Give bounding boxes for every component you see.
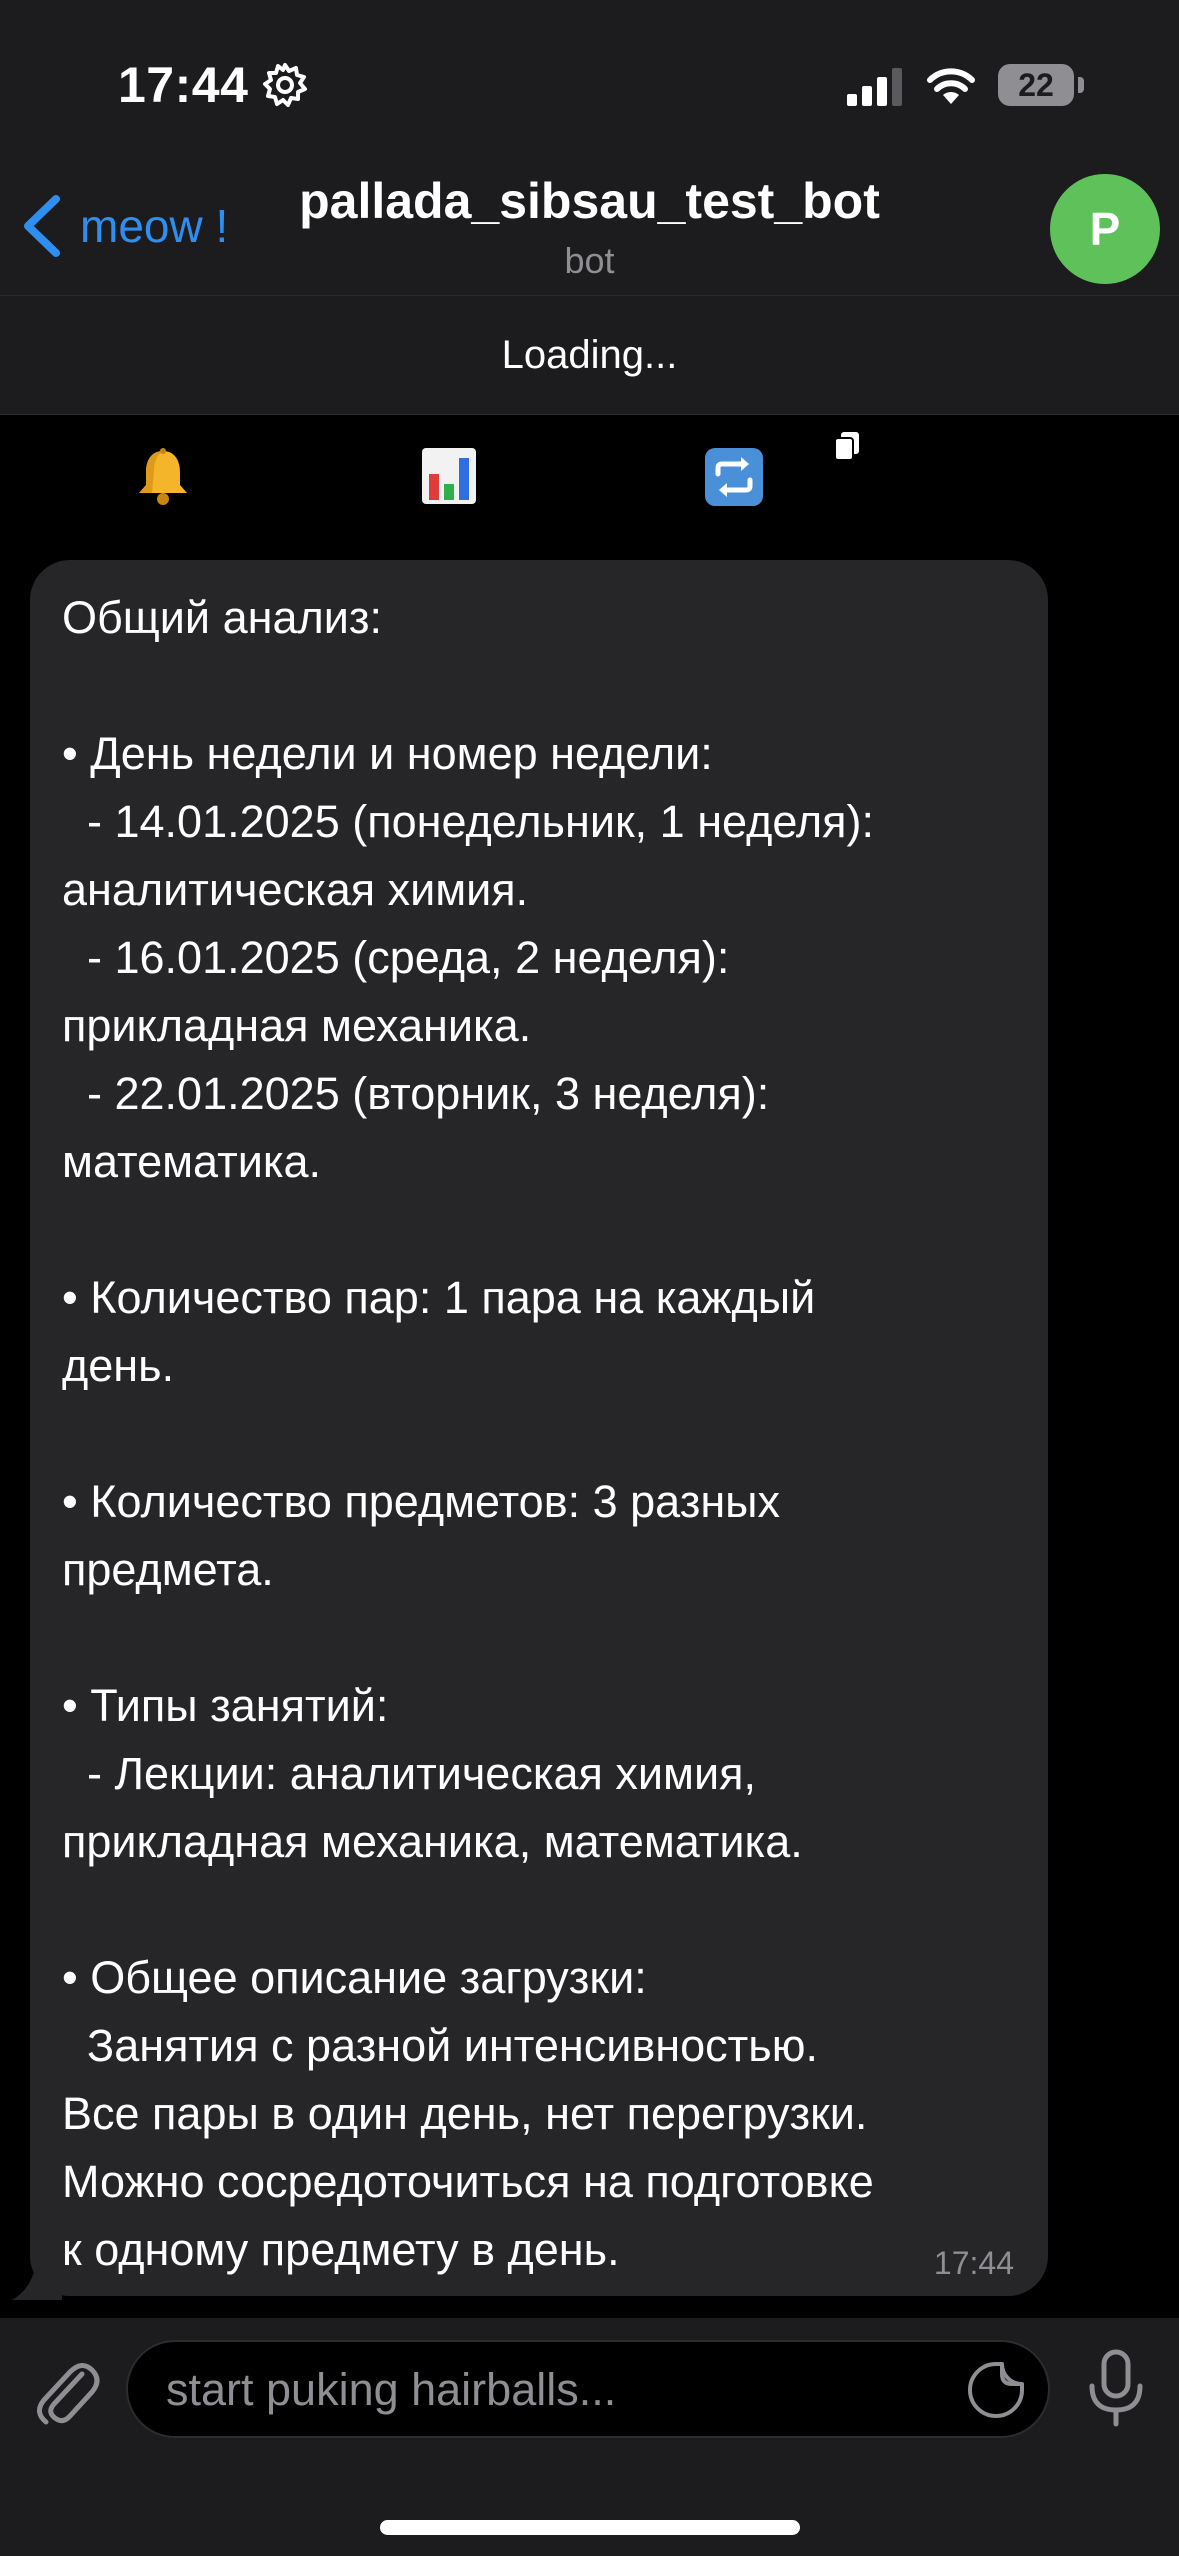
gear-icon bbox=[263, 63, 307, 107]
loading-bar: Loading... bbox=[0, 296, 1179, 414]
top-area: 17:44 22 meow ! pallada_sibsau_test_bot … bbox=[0, 0, 1179, 296]
chat-title[interactable]: pallada_sibsau_test_bot bbox=[0, 172, 1179, 230]
status-bar: 17:44 22 bbox=[0, 0, 1179, 160]
wifi-icon bbox=[927, 68, 975, 104]
signal-icon bbox=[847, 68, 902, 106]
status-time: 17:44 bbox=[118, 57, 249, 113]
chart-icon[interactable] bbox=[420, 446, 478, 506]
sticker-icon[interactable] bbox=[966, 2360, 1026, 2420]
message-bubble[interactable]: Общий анализ: • День недели и номер неде… bbox=[30, 560, 1048, 2296]
microphone-icon[interactable] bbox=[1086, 2348, 1146, 2430]
chat-header: meow ! pallada_sibsau_test_bot bot P bbox=[0, 160, 1179, 295]
loading-text: Loading... bbox=[501, 332, 678, 377]
repeat-icon[interactable] bbox=[703, 446, 765, 508]
battery-level: 22 bbox=[1018, 66, 1054, 103]
pages-icon[interactable] bbox=[832, 430, 862, 462]
avatar-letter: P bbox=[1089, 203, 1121, 255]
message-input-field[interactable] bbox=[126, 2340, 1050, 2438]
message-input[interactable] bbox=[164, 2342, 948, 2438]
message-time: 17:44 bbox=[933, 2245, 1014, 2281]
input-area bbox=[0, 2318, 1179, 2556]
home-indicator[interactable] bbox=[380, 2520, 800, 2535]
battery-tip bbox=[1078, 77, 1084, 93]
paperclip-icon[interactable] bbox=[30, 2354, 100, 2428]
message-text: Общий анализ: • День недели и номер неде… bbox=[62, 592, 874, 2275]
bell-icon[interactable] bbox=[132, 445, 194, 507]
chat-subtitle: bot bbox=[564, 240, 615, 281]
divider bbox=[0, 414, 1179, 415]
avatar[interactable]: P bbox=[1050, 174, 1160, 284]
battery-icon: 22 bbox=[998, 64, 1074, 106]
